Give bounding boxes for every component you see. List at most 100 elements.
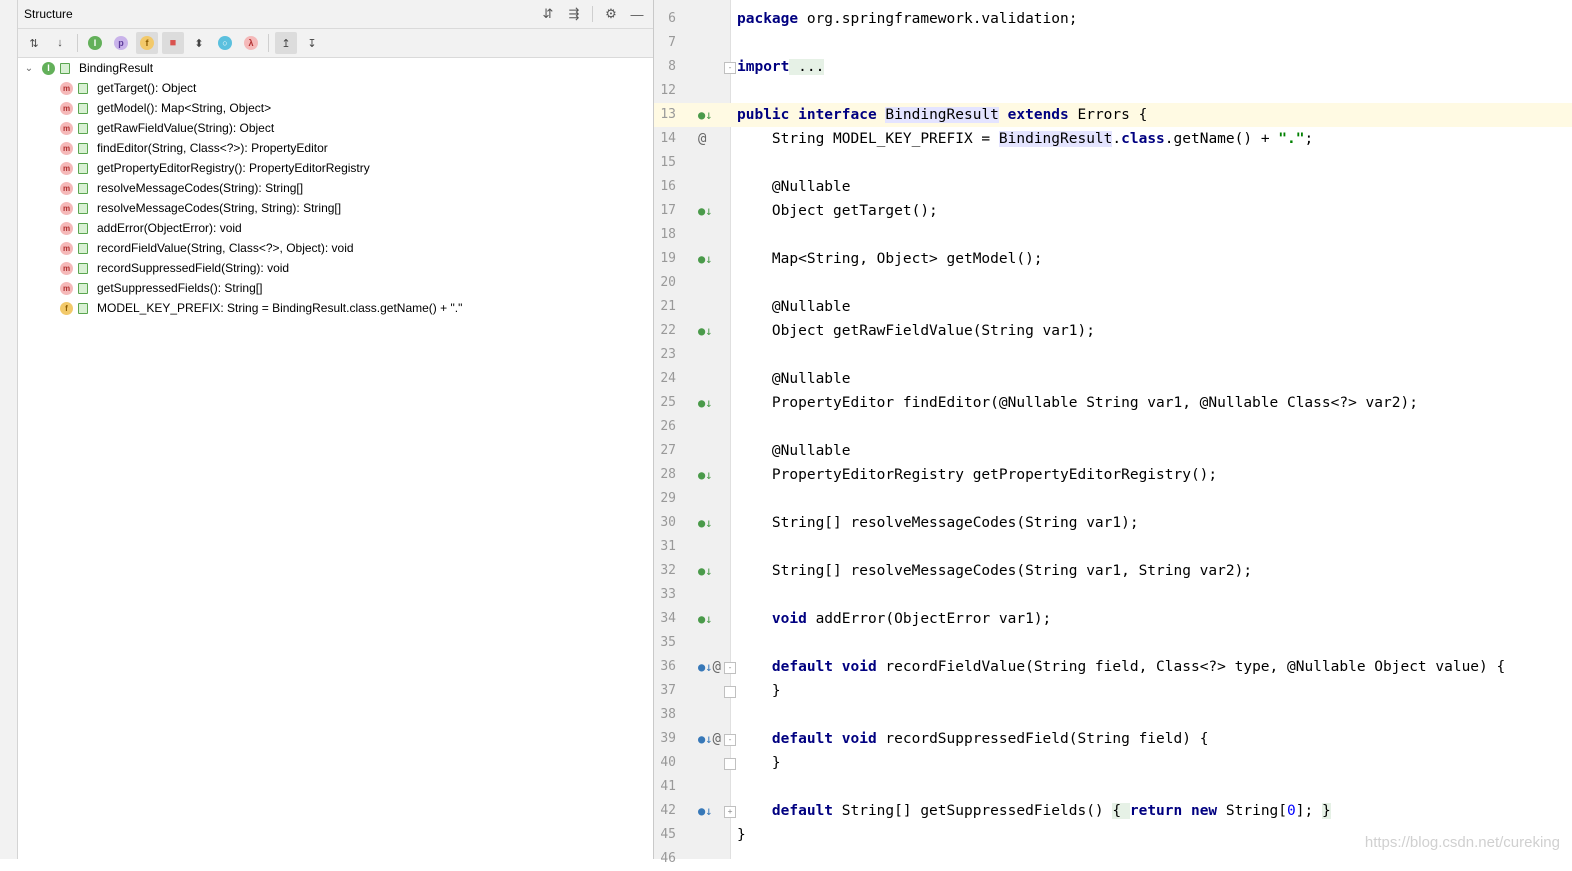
line-number: 14 — [660, 131, 676, 146]
overridden-by-icon[interactable]: ●↓@ — [698, 655, 721, 679]
method-icon: m — [60, 201, 73, 215]
code-text: @Nullable — [737, 371, 851, 387]
autoscroll-to-source-icon[interactable]: ↥ — [275, 32, 297, 54]
overridden-by-icon[interactable]: ●↓@ — [698, 727, 721, 751]
line-number: 6 — [668, 11, 676, 26]
sort-by-visibility-icon[interactable]: ⇅ — [23, 32, 45, 54]
public-visibility-icon — [60, 62, 70, 74]
code-line: 19 ●↓ Map<String, Object> getModel(); — [654, 247, 1572, 271]
code-line: 30 ●↓ String[] resolveMessageCodes(String… — [654, 511, 1572, 535]
line-number: 19 — [660, 251, 676, 266]
expand-all-icon[interactable]: ⇵ — [538, 5, 558, 23]
line-number: 17 — [660, 203, 676, 218]
tree-member-row[interactable]: m resolveMessageCodes(String, String): St… — [18, 198, 653, 218]
code-line: 18 — [654, 223, 1572, 247]
sort-alphabetically-icon[interactable]: ↓ — [49, 32, 71, 54]
show-inherited-icon[interactable]: I — [84, 32, 106, 54]
code-text: Object getTarget(); — [737, 203, 938, 219]
show-lambdas-icon[interactable]: ○ — [214, 32, 236, 54]
tree-member-row[interactable]: m getTarget(): Object — [18, 78, 653, 98]
code-line: 25 ●↓ PropertyEditor findEditor(@Nullable… — [654, 391, 1572, 415]
implemented-by-icon[interactable]: ●↓ — [698, 247, 720, 271]
implemented-by-icon[interactable]: ●↓ — [698, 559, 720, 583]
tree-member-row[interactable]: m addError(ObjectError): void — [18, 218, 653, 238]
structure-tree: ⌄ I BindingResult m getTarget(): Object m… — [18, 58, 653, 318]
overridden-by-icon[interactable]: ●↓ — [698, 799, 720, 823]
code-line: 41 — [654, 775, 1572, 799]
tree-member-row[interactable]: m recordFieldValue(String, Class<?>, Obje… — [18, 238, 653, 258]
chevron-down-icon[interactable]: ⌄ — [22, 63, 36, 74]
method-icon: m — [60, 101, 73, 115]
tree-member-label: recordSuppressedField(String): void — [97, 261, 290, 275]
code-editor[interactable]: 6 package org.springframework.validation;… — [654, 0, 1572, 866]
line-number: 36 — [660, 659, 676, 674]
tree-member-row[interactable]: m resolveMessageCodes(String): String[] — [18, 178, 653, 198]
collapse-all-icon[interactable]: ⇶ — [564, 5, 584, 23]
watermark: https://blog.csdn.net/cureking — [1364, 834, 1560, 851]
code-text: Object getRawFieldValue(String var1); — [737, 323, 1095, 339]
annotation-at-icon[interactable]: @ — [698, 127, 720, 151]
method-icon: m — [60, 161, 73, 175]
fold-toggle-icon[interactable]: - — [724, 734, 736, 746]
implemented-by-icon[interactable]: ●↓ — [698, 463, 720, 487]
structure-header: Structure ⇵ ⇶ ⚙ — — [18, 0, 653, 29]
line-number: 31 — [660, 539, 676, 554]
header-actions: ⇵ ⇶ ⚙ — — [538, 5, 647, 23]
code-text: void addError(ObjectError var1); — [771, 611, 1052, 627]
public-visibility-icon — [78, 182, 88, 194]
public-visibility-icon — [78, 202, 88, 214]
show-properties-icon[interactable]: p — [110, 32, 132, 54]
show-fields-icon[interactable]: f — [136, 32, 158, 54]
implemented-by-icon[interactable]: ●↓ — [698, 199, 720, 223]
line-number: 39 — [660, 731, 676, 746]
fold-end-icon[interactable] — [724, 686, 736, 698]
tree-member-row[interactable]: f MODEL_KEY_PREFIX: String = BindingResul… — [18, 298, 653, 318]
code-text: default void recordFieldValue(String fie… — [771, 659, 1506, 675]
interface-icon: I — [42, 61, 55, 75]
tree-member-row[interactable]: m recordSuppressedField(String): void — [18, 258, 653, 278]
fold-toggle-icon[interactable]: - — [724, 662, 736, 674]
show-non-public-icon[interactable]: ■ — [162, 32, 184, 54]
implemented-by-icon[interactable]: ●↓ — [698, 391, 720, 415]
method-icon: m — [60, 241, 73, 255]
fold-toggle-icon[interactable]: - — [724, 62, 736, 74]
code-line: 7 — [654, 31, 1572, 55]
autoscroll-from-source-icon[interactable]: ↧ — [301, 32, 323, 54]
code-text: default void recordSuppressedField(Strin… — [771, 731, 1209, 747]
line-number: 7 — [668, 35, 676, 50]
tree-member-row[interactable]: m getModel(): Map<String, Object> — [18, 98, 653, 118]
implemented-by-icon[interactable]: ●↓ — [698, 511, 720, 535]
tree-member-row[interactable]: m getPropertyEditorRegistry(): PropertyEd… — [18, 158, 653, 178]
code-line: 34 ●↓ void addError(ObjectError var1); — [654, 607, 1572, 631]
toolbar-divider — [77, 34, 78, 52]
code-line: 17 ●↓ Object getTarget(); — [654, 199, 1572, 223]
method-icon: m — [60, 281, 73, 295]
structure-panel: Structure ⇵ ⇶ ⚙ — ⇅ ↓ I p f ■ ⬍ ○ λ ↥ ↧ … — [18, 0, 654, 859]
minimize-icon[interactable]: — — [627, 5, 647, 23]
public-visibility-icon — [78, 102, 88, 114]
code-line: 38 — [654, 703, 1572, 727]
method-icon: m — [60, 81, 73, 95]
show-anonymous-icon[interactable]: ⬍ — [188, 32, 210, 54]
fold-toggle-icon[interactable]: + — [724, 806, 736, 818]
line-number: 12 — [660, 83, 676, 98]
tree-member-row[interactable]: m findEditor(String, Class<?>): PropertyE… — [18, 138, 653, 158]
implemented-by-icon[interactable]: ●↓ — [698, 319, 720, 343]
method-icon: m — [60, 141, 73, 155]
tree-member-row[interactable]: m getRawFieldValue(String): Object — [18, 118, 653, 138]
code-line: 6 package org.springframework.validation; — [654, 7, 1572, 31]
lambda-icon[interactable]: λ — [240, 32, 262, 54]
tree-member-row[interactable]: m getSuppressedFields(): String[] — [18, 278, 653, 298]
implemented-by-icon[interactable]: ●↓ — [698, 103, 720, 127]
code-text: package org.springframework.validation; — [737, 11, 1078, 27]
implemented-by-icon[interactable]: ●↓ — [698, 607, 720, 631]
code-line: 28 ●↓ PropertyEditorRegistry getPropertyE… — [654, 463, 1572, 487]
tree-root-node[interactable]: ⌄ I BindingResult — [18, 58, 653, 78]
tree-root-label: BindingResult — [79, 61, 154, 75]
public-visibility-icon — [78, 222, 88, 234]
code-line: 15 — [654, 151, 1572, 175]
gear-icon[interactable]: ⚙ — [601, 5, 621, 23]
code-text: public interface BindingResult extends E… — [737, 107, 1148, 123]
fold-end-icon[interactable] — [724, 758, 736, 770]
code-line: 16 @Nullable — [654, 175, 1572, 199]
